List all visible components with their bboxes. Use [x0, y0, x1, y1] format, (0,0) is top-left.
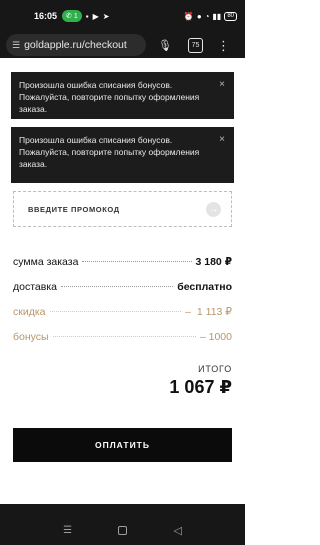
dotted-leader	[61, 286, 174, 287]
alarm-icon: ⏰	[183, 11, 194, 21]
bonus-row: бонусы – 1000	[13, 331, 232, 345]
discount-row: скидка – 1 113 ₽	[13, 306, 232, 320]
promo-code-field[interactable]: ВВЕДИТЕ ПРОМОКОД →	[13, 191, 232, 227]
status-time: 16:05	[34, 11, 58, 21]
delivery-row: доставка бесплатно	[13, 281, 232, 295]
total-value: 1 067 ₽	[169, 377, 232, 397]
mic-icon[interactable]: 🎙	[158, 39, 172, 52]
toast-message: Произошла ошибка списания бонусов. Пожал…	[19, 135, 200, 169]
order-sum-label: сумма заказа	[13, 256, 79, 268]
location-icon: ●	[196, 11, 202, 21]
message-icon: ▪	[85, 11, 89, 21]
address-bar[interactable]: ☰ goldapple.ru/checkout	[6, 34, 146, 56]
wifi-icon: ◔	[204, 11, 210, 21]
checkout-page: Произошла ошибка списания бонусов. Пожал…	[0, 58, 245, 516]
error-toast: Произошла ошибка списания бонусов. Пожал…	[11, 127, 234, 183]
youtube-icon: ▶	[92, 11, 99, 21]
recents-icon[interactable]: ☰	[63, 525, 72, 536]
order-sum-value: 3 180 ₽	[195, 256, 233, 268]
signal-icon: ▮▮	[212, 11, 222, 21]
more-vert-icon[interactable]: ⋮	[217, 39, 230, 52]
order-sum-row: сумма заказа 3 180 ₽	[13, 256, 232, 270]
discount-minus: –	[185, 306, 191, 318]
telegram-icon: ➤	[102, 11, 110, 21]
arrow-right-icon[interactable]: →	[206, 201, 221, 217]
promo-code-label: ВВЕДИТЕ ПРОМОКОД	[28, 204, 120, 214]
battery-icon: 80	[224, 11, 237, 21]
system-nav-bar: ☰ ◁	[0, 516, 245, 545]
phone-icon: ✆	[66, 13, 72, 20]
back-icon[interactable]: ◁	[173, 524, 181, 537]
total-label: ИТОГО	[198, 364, 232, 374]
bonus-label: бонусы	[13, 331, 49, 343]
delivery-value: бесплатно	[177, 281, 232, 293]
close-icon[interactable]: ×	[219, 134, 225, 146]
toast-message: Произошла ошибка списания бонусов. Пожал…	[19, 80, 200, 114]
browser-toolbar: ☰ goldapple.ru/checkout 🎙 75 ⋮	[0, 32, 245, 58]
discount-label: скидка	[13, 306, 46, 318]
status-bar: 16:05 ✆ 1 ▪ ▶ ➤ ⏰ ● ◔ ▮▮ 80	[0, 0, 245, 32]
pay-button[interactable]: ОПЛАТИТЬ	[13, 428, 232, 462]
delivery-label: доставка	[13, 281, 57, 293]
site-settings-icon[interactable]: ☰	[12, 40, 20, 51]
dotted-leader	[82, 261, 192, 262]
home-icon[interactable]	[118, 526, 128, 535]
call-indicator[interactable]: ✆ 1	[62, 10, 82, 22]
dotted-leader	[52, 336, 196, 337]
error-toast: Произошла ошибка списания бонусов. Пожал…	[11, 72, 234, 119]
tabs-button[interactable]: 75	[187, 37, 203, 53]
url-text[interactable]: goldapple.ru/checkout	[24, 39, 127, 51]
close-icon[interactable]: ×	[219, 79, 225, 91]
status-right-group: ⏰ ● ◔ ▮▮ 80	[183, 11, 237, 21]
call-count: 1	[73, 12, 78, 20]
dotted-leader	[49, 311, 182, 312]
footer-strip	[0, 504, 245, 516]
discount-value: 1 113 ₽	[196, 306, 232, 318]
bonus-value: – 1000	[199, 331, 232, 343]
